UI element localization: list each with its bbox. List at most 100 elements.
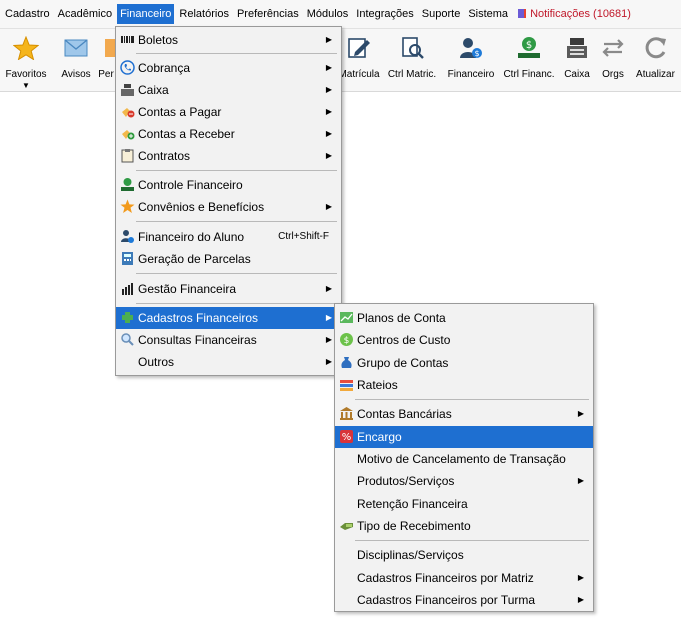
menu-item-caixa[interactable]: Caixa ▶ bbox=[116, 79, 341, 101]
svg-text:$: $ bbox=[526, 40, 532, 51]
edit-document-icon bbox=[348, 38, 370, 58]
chevron-right-icon: ▶ bbox=[325, 129, 332, 138]
menu-item-contratos[interactable]: Contratos ▶ bbox=[116, 145, 341, 167]
menu-item-grupo-contas[interactable]: Grupo de Contas bbox=[335, 352, 593, 374]
menu-item-produtos-servicos[interactable]: Produtos/Serviços ▶ bbox=[335, 470, 593, 492]
avisos-button[interactable]: Avisos bbox=[56, 29, 96, 91]
menu-item-planos-conta[interactable]: Planos de Conta bbox=[335, 307, 593, 329]
search-icon bbox=[121, 333, 134, 346]
per-button[interactable]: Per bbox=[96, 29, 119, 91]
chevron-right-icon: ▶ bbox=[325, 151, 332, 160]
menu-item-label: Tipo de Recebimento bbox=[357, 519, 471, 533]
chevron-right-icon: ▶ bbox=[325, 357, 332, 366]
avisos-label: Avisos bbox=[61, 69, 91, 80]
menu-item-label: Cadastros Financeiros por Turma bbox=[357, 593, 536, 607]
menu-modulos[interactable]: Módulos bbox=[304, 4, 352, 24]
menu-suporte[interactable]: Suporte bbox=[419, 4, 464, 24]
flag-icon bbox=[518, 9, 527, 18]
matricula-label: Matrícula bbox=[338, 69, 380, 80]
caixa-label: Caixa bbox=[564, 69, 590, 80]
menu-cadastro[interactable]: Cadastro bbox=[2, 4, 53, 24]
financeiro-label: Financeiro bbox=[447, 69, 495, 80]
chevron-right-icon: ▶ bbox=[325, 335, 332, 344]
menu-item-label: Geração de Parcelas bbox=[138, 252, 251, 266]
financeiro-button[interactable]: $ Financeiro bbox=[444, 29, 498, 91]
menu-item-financeiro-aluno[interactable]: Financeiro do Aluno Ctrl+Shift-F bbox=[116, 226, 341, 248]
chevron-right-icon: ▶ bbox=[325, 313, 332, 322]
ctrl-financ-button[interactable]: $ Ctrl Financ. bbox=[502, 29, 556, 91]
menu-item-boletos[interactable]: Boletos ▶ bbox=[116, 29, 341, 51]
menu-item-contas-bancarias[interactable]: Contas Bancárias ▶ bbox=[335, 403, 593, 425]
menu-item-rateios[interactable]: Rateios bbox=[335, 374, 593, 396]
menu-relatorios[interactable]: Relatórios bbox=[176, 4, 232, 24]
ctrl-matric-button[interactable]: Ctrl Matric. bbox=[386, 29, 438, 91]
menu-item-contas-receber[interactable]: Contas a Receber ▶ bbox=[116, 123, 341, 145]
envelope-icon bbox=[64, 39, 88, 57]
menu-item-label: Controle Financeiro bbox=[138, 178, 243, 192]
favoritos-button[interactable]: Favoritos ▼ bbox=[2, 29, 50, 91]
chevron-right-icon: ▶ bbox=[577, 573, 584, 582]
chevron-right-icon: ▶ bbox=[325, 35, 332, 44]
user-money-icon bbox=[121, 230, 134, 243]
svg-text:$: $ bbox=[344, 336, 350, 346]
menu-financeiro[interactable]: Financeiro bbox=[117, 4, 175, 24]
caixa-button[interactable]: Caixa bbox=[560, 29, 594, 91]
menu-item-centros-custo[interactable]: $ Centros de Custo bbox=[335, 329, 593, 351]
menu-item-por-turma[interactable]: Cadastros Financeiros por Turma ▶ bbox=[335, 589, 593, 611]
menu-item-consultas-financeiras[interactable]: Consultas Financeiras ▶ bbox=[116, 329, 341, 351]
chevron-down-icon: ▼ bbox=[22, 81, 30, 90]
menu-item-gestao-financeira[interactable]: Gestão Financeira ▶ bbox=[116, 278, 341, 300]
calculator-icon bbox=[122, 252, 133, 265]
menu-item-encargo[interactable]: % Encargo bbox=[335, 426, 593, 448]
coin-icon: $ bbox=[340, 333, 353, 346]
menu-item-por-matriz[interactable]: Cadastros Financeiros por Matriz ▶ bbox=[335, 567, 593, 589]
chevron-right-icon: ▶ bbox=[325, 63, 332, 72]
menu-item-tipo-recebimento[interactable]: Tipo de Recebimento bbox=[335, 515, 593, 537]
orgs-button[interactable]: Orgs bbox=[598, 29, 628, 91]
menu-item-label: Convênios e Benefícios bbox=[138, 200, 265, 214]
menu-item-label: Contratos bbox=[138, 149, 191, 163]
menu-item-geracao-parcelas[interactable]: Geração de Parcelas bbox=[116, 248, 341, 270]
notifications-label: Notificações (10681) bbox=[530, 8, 631, 20]
menu-item-label: Financeiro do Aluno bbox=[138, 230, 245, 244]
menu-item-label: Caixa bbox=[138, 83, 169, 97]
favoritos-label: Favoritos bbox=[5, 69, 47, 80]
cash-register-icon bbox=[121, 84, 134, 96]
menu-item-label: Contas Bancárias bbox=[357, 407, 452, 421]
menu-item-convenios[interactable]: Convênios e Benefícios ▶ bbox=[116, 196, 341, 218]
money-hand-icon bbox=[121, 178, 134, 191]
menu-separator bbox=[136, 303, 337, 304]
menu-item-retencao-financeira[interactable]: Retenção Financeira bbox=[335, 493, 593, 515]
menu-item-label: Cadastros Financeiros bbox=[138, 311, 259, 325]
percent-icon: % bbox=[340, 430, 353, 443]
menu-academico[interactable]: Acadêmico bbox=[55, 4, 115, 24]
menu-item-controle-financeiro[interactable]: Controle Financeiro bbox=[116, 174, 341, 196]
menu-separator bbox=[136, 273, 337, 274]
chevron-right-icon: ▶ bbox=[325, 284, 332, 293]
star-icon bbox=[120, 199, 135, 213]
atualizar-label: Atualizar bbox=[636, 69, 675, 80]
menu-item-motivo-cancelamento[interactable]: Motivo de Cancelamento de Transação bbox=[335, 448, 593, 470]
menu-item-outros[interactable]: Outros ▶ bbox=[116, 351, 341, 373]
menu-item-label: Encargo bbox=[357, 430, 402, 444]
menu-item-cadastros-financeiros[interactable]: Cadastros Financeiros ▶ bbox=[116, 307, 341, 329]
menu-item-cobranca[interactable]: Cobrança ▶ bbox=[116, 57, 341, 79]
matricula-button[interactable]: Matrícula bbox=[336, 29, 382, 91]
menu-item-disciplinas-servicos[interactable]: Disciplinas/Serviços bbox=[335, 544, 593, 566]
menu-separator bbox=[136, 53, 337, 54]
menu-preferencias[interactable]: Preferências bbox=[234, 4, 302, 24]
menu-sistema[interactable]: Sistema bbox=[465, 4, 511, 24]
menu-item-contas-pagar[interactable]: Contas a Pagar ▶ bbox=[116, 101, 341, 123]
money-hand-icon: $ bbox=[518, 37, 540, 58]
notifications-link[interactable]: Notificações (10681) bbox=[515, 4, 634, 24]
menu-integracoes[interactable]: Integrações bbox=[353, 4, 416, 24]
menu-item-label: Consultas Financeiras bbox=[138, 333, 257, 347]
user-money-icon: $ bbox=[460, 38, 482, 58]
ctrl-financ-label: Ctrl Financ. bbox=[503, 69, 555, 80]
bar-chart-icon bbox=[122, 283, 133, 295]
menu-item-label: Motivo de Cancelamento de Transação bbox=[357, 452, 566, 466]
menu-item-label: Outros bbox=[138, 355, 175, 369]
atualizar-button[interactable]: Atualizar bbox=[632, 29, 679, 91]
menu-item-label: Rateios bbox=[357, 378, 398, 392]
menu-separator bbox=[136, 170, 337, 171]
